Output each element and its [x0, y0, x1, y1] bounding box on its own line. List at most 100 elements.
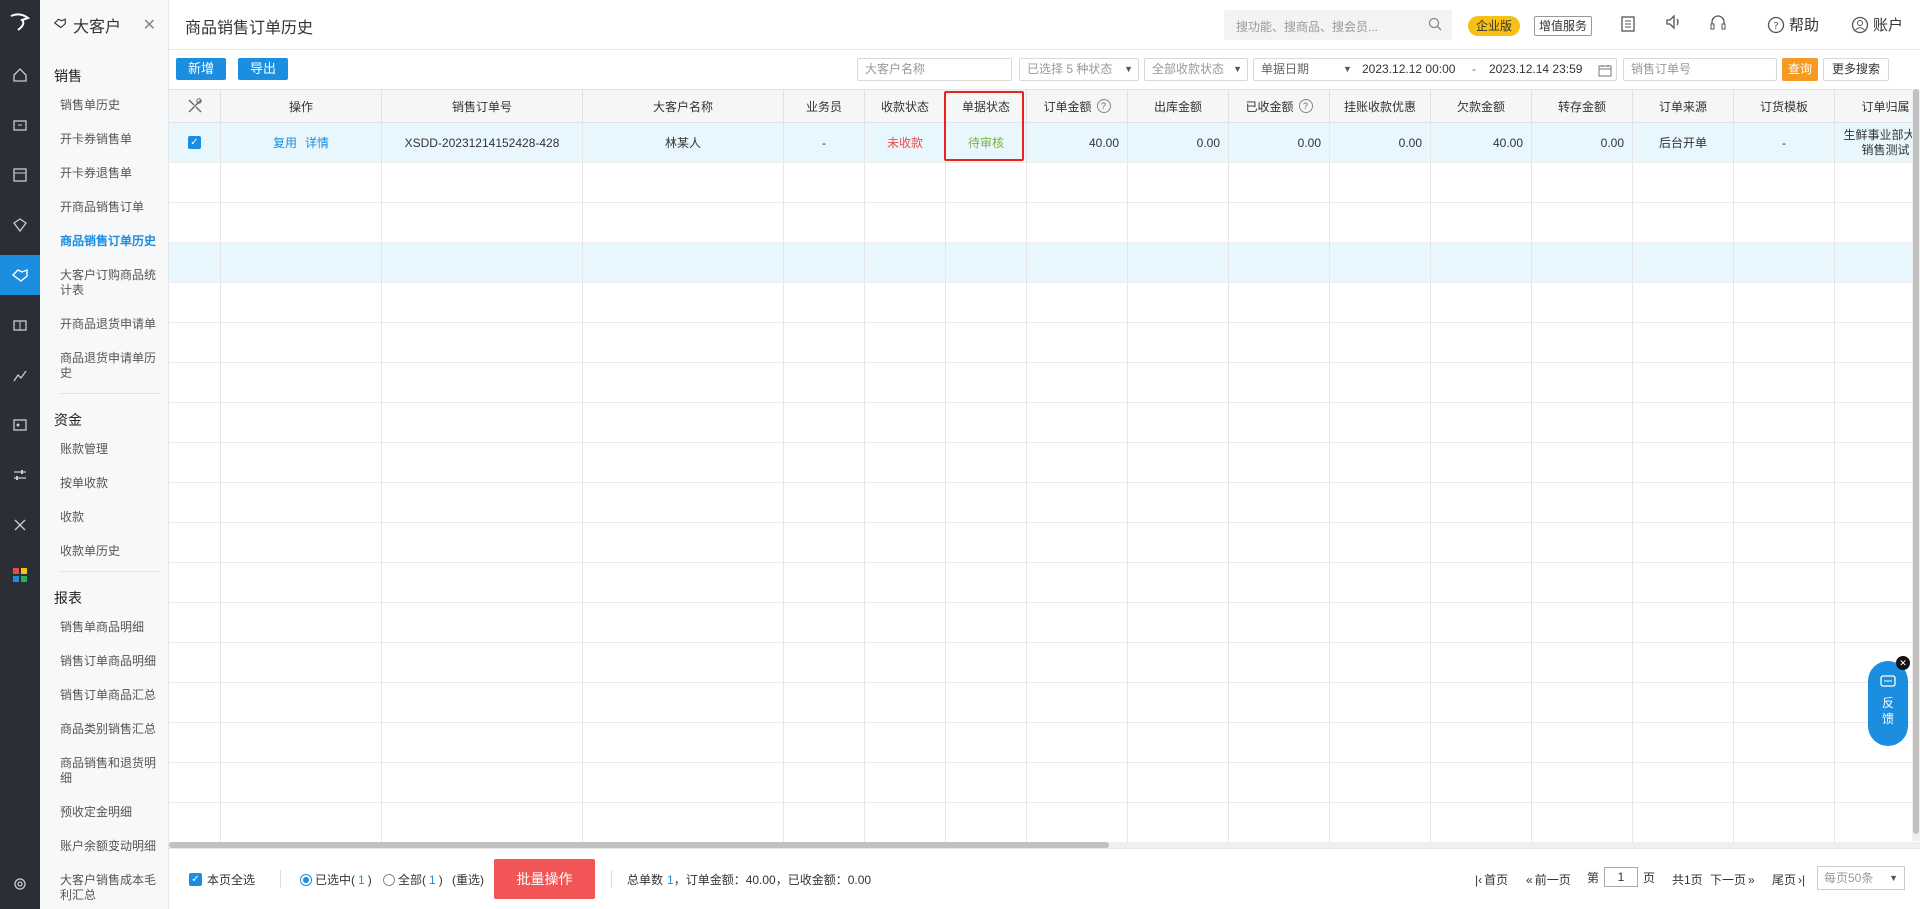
- table-row-empty: [169, 323, 1920, 363]
- sidebar-item-order-summary[interactable]: 销售订单商品汇总: [40, 682, 168, 709]
- header-action: 操作: [221, 90, 382, 122]
- edition-badge[interactable]: 企业版: [1468, 16, 1521, 36]
- value-added-services-button[interactable]: 增值服务: [1534, 16, 1593, 36]
- date-range-picker[interactable]: 单据日期 ▼ 2023.12.12 00:00 - 2023.12.14 23:…: [1253, 58, 1617, 81]
- settings-gear-icon[interactable]: [0, 864, 40, 904]
- sidebar-item-collect[interactable]: 收款: [40, 504, 168, 531]
- user-icon: [1851, 16, 1869, 33]
- cashier-icon[interactable]: [0, 105, 40, 145]
- table-row-empty: [169, 283, 1920, 323]
- chat-icon: [1880, 675, 1896, 687]
- sidebar-item-create-return[interactable]: 开商品退货申请单: [40, 311, 168, 338]
- next-page-button[interactable]: 下一页»: [1710, 871, 1755, 888]
- vertical-scrollbar[interactable]: [1912, 89, 1920, 841]
- sidebar-item-purchase-stats[interactable]: 大客户订购商品统计表: [40, 262, 168, 304]
- sidebar-item-card-return[interactable]: 开卡券退售单: [40, 160, 168, 187]
- apps-grid-icon[interactable]: [0, 555, 40, 595]
- goods-icon[interactable]: [0, 155, 40, 195]
- headset-icon[interactable]: [1709, 14, 1727, 37]
- speaker-icon[interactable]: [1665, 14, 1683, 35]
- date-end[interactable]: 2023.12.14 23:59: [1489, 59, 1582, 80]
- icon-rail: [0, 0, 40, 909]
- all-close: ): [438, 872, 443, 887]
- date-type-select[interactable]: 单据日期: [1261, 62, 1309, 76]
- date-start[interactable]: 2023.12.12 00:00: [1362, 59, 1455, 80]
- column-line: [1733, 123, 1734, 843]
- sidebar-item-order-detail[interactable]: 销售订单商品明细: [40, 648, 168, 675]
- caret-down-icon: ▼: [1124, 64, 1133, 74]
- selected-count: 1: [358, 872, 365, 887]
- page-title: 商品销售订单历史: [185, 20, 314, 37]
- sidebar-item-accounts[interactable]: 账款管理: [40, 436, 168, 463]
- search-icon[interactable]: [1428, 17, 1442, 34]
- sidebar-item-category-summary[interactable]: 商品类别销售汇总: [40, 716, 168, 743]
- sidebar-item-cost-profit[interactable]: 大客户销售成本毛利汇总: [40, 867, 168, 909]
- row-checkbox[interactable]: ✓: [169, 123, 221, 162]
- clipboard-icon[interactable]: [1620, 14, 1636, 37]
- order-no-input[interactable]: 销售订单号: [1623, 58, 1777, 81]
- coupon-icon[interactable]: [0, 305, 40, 345]
- reselect-link[interactable]: (重选): [452, 871, 484, 888]
- feedback-label-1: 反: [1881, 696, 1894, 710]
- tools-icon[interactable]: [0, 505, 40, 545]
- selected-radio[interactable]: 已选中(1): [300, 871, 372, 888]
- table-row-empty: [169, 363, 1920, 403]
- all-radio[interactable]: 全部(1): [383, 871, 443, 888]
- scrollbar-thumb[interactable]: [1913, 89, 1919, 834]
- close-icon[interactable]: ✕: [143, 15, 156, 35]
- page-number-input[interactable]: 1: [1604, 867, 1639, 887]
- sidebar-item-return-history[interactable]: 商品退货申请单历史: [40, 345, 168, 387]
- sidebar-item-create-order[interactable]: 开商品销售订单: [40, 194, 168, 221]
- reuse-link[interactable]: 复用: [273, 134, 297, 151]
- sidebar-item-sales-detail[interactable]: 销售单商品明细: [40, 614, 168, 641]
- export-button[interactable]: 导出: [238, 58, 289, 80]
- column-settings-button[interactable]: [169, 90, 221, 122]
- prev-page-button[interactable]: «前一页: [1526, 871, 1571, 888]
- feedback-button[interactable]: ✕ 反 馈: [1868, 656, 1910, 746]
- help-link[interactable]: ? 帮助: [1767, 14, 1819, 35]
- add-button[interactable]: 新增: [176, 58, 227, 80]
- header-template: 订货模板: [1734, 90, 1835, 122]
- bottom-bar: ✓ 本页全选 已选中(1) 全部(1) (重选) 批量操作 总单数 1 ，订单金额…: [169, 848, 1920, 909]
- sidebar-item-card-sale[interactable]: 开卡券销售单: [40, 126, 168, 153]
- help-icon[interactable]: ?: [1096, 99, 1111, 113]
- table-row[interactable]: ✓ 复用 详情 XSDD-20231214152428-428 林某人 - 未收…: [169, 123, 1920, 163]
- sidebar-item-sales-return-detail[interactable]: 商品销售和退货明细: [40, 750, 168, 792]
- module-title: 大客户: [73, 19, 122, 36]
- detail-link[interactable]: 详情: [305, 134, 329, 151]
- sidebar-item-collection-history[interactable]: 收款单历史: [40, 538, 168, 565]
- sidebar-item-sales-history[interactable]: 销售单历史: [40, 92, 168, 119]
- cell-owner-line1: 生鲜事业部大客: [1843, 127, 1920, 142]
- app-logo-icon[interactable]: [0, 2, 40, 42]
- help-icon[interactable]: ?: [1298, 99, 1313, 113]
- sliders-icon[interactable]: [0, 455, 40, 495]
- sidebar-item-deposit-detail[interactable]: 预收定金明细: [40, 799, 168, 826]
- sidebar-item-order-history[interactable]: 商品销售订单历史: [40, 228, 168, 255]
- sidebar-item-collect-by-order[interactable]: 按单收款: [40, 470, 168, 497]
- account-link[interactable]: 账户: [1851, 14, 1903, 35]
- page-pre: 第: [1587, 870, 1600, 885]
- calendar-icon[interactable]: [1598, 63, 1612, 84]
- doc-status-select[interactable]: 已选择 5 种状态 ▼: [1019, 58, 1139, 81]
- payment-status-select[interactable]: 全部收款状态 ▼: [1144, 58, 1248, 81]
- select-page-checkbox[interactable]: ✓ 本页全选: [189, 871, 255, 888]
- home-icon[interactable]: [0, 55, 40, 95]
- handshake-icon[interactable]: [0, 255, 40, 295]
- global-search-input[interactable]: 搜功能、搜商品、搜会员...: [1224, 10, 1452, 40]
- query-button[interactable]: 查询: [1782, 58, 1819, 81]
- close-icon[interactable]: ✕: [1896, 656, 1910, 670]
- more-search-button[interactable]: 更多搜索: [1823, 58, 1890, 81]
- report-chart-icon[interactable]: [0, 355, 40, 395]
- total-pages: 共1页: [1672, 873, 1703, 887]
- customer-name-input[interactable]: 大客户名称: [857, 58, 1012, 81]
- last-page-button[interactable]: 尾页 ›|: [1772, 871, 1805, 888]
- divider: [280, 870, 281, 888]
- id-card-icon[interactable]: [0, 405, 40, 445]
- first-page-button[interactable]: |‹ 首页: [1475, 871, 1508, 888]
- table-row-empty: [169, 443, 1920, 483]
- page-size-select[interactable]: 每页50条 ▼: [1817, 866, 1905, 890]
- batch-operation-button[interactable]: 批量操作: [494, 859, 595, 899]
- sidebar-item-balance-detail[interactable]: 账户余额变动明细: [40, 833, 168, 860]
- member-icon[interactable]: [0, 205, 40, 245]
- page-size-value: 每页50条: [1824, 871, 1874, 885]
